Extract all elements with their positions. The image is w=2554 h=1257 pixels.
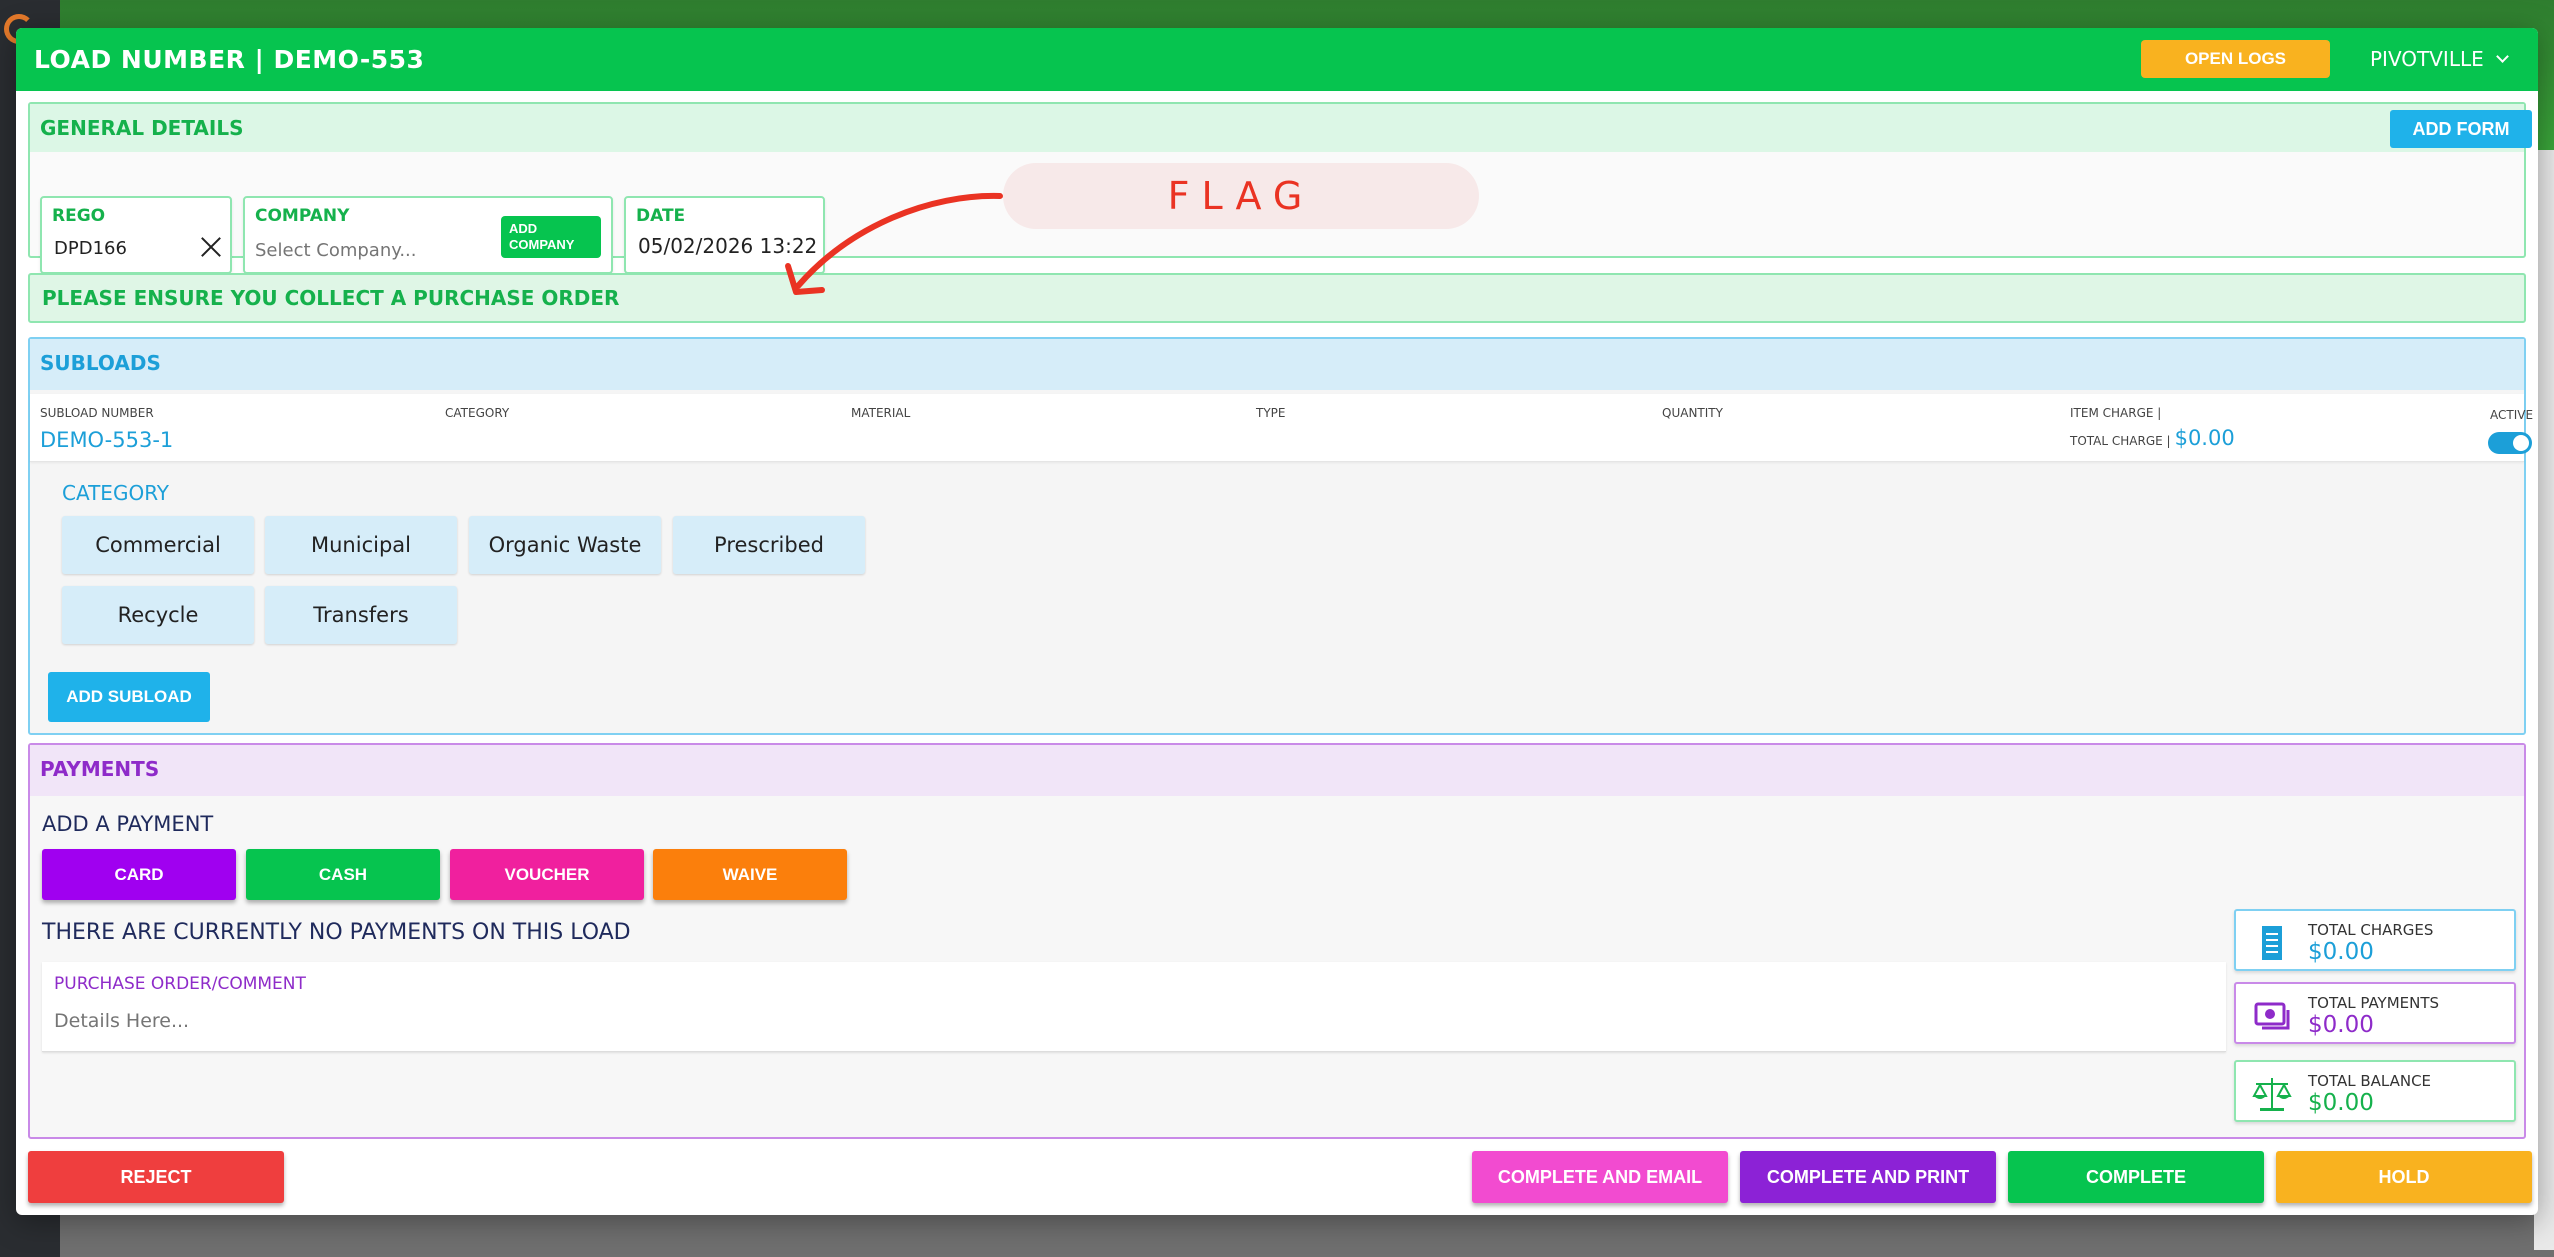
quantity-header: QUANTITY [1662,406,1723,420]
site-name: PIVOTVILLE [2370,47,2484,71]
total-payments-value: $0.00 [2308,1012,2374,1038]
money-icon [2254,1002,2290,1030]
flag-arrow-icon [785,192,1003,295]
category-recycle[interactable]: Recycle [62,586,254,644]
modal-header: LOAD NUMBER | DEMO-553 OPEN LOGS PIVOTVI… [16,28,2538,91]
rego-field: REGO DPD166 [40,196,232,274]
company-label: COMPANY [255,206,350,226]
total-charges-value: $0.00 [2308,939,2374,965]
category-title: CATEGORY [62,481,170,505]
category-organic-waste[interactable]: Organic Waste [469,516,661,574]
material-header: MATERIAL [851,406,911,420]
subload-number-header: SUBLOAD NUMBER [40,406,154,420]
subloads-heading: SUBLOADS [30,339,2524,390]
complete-and-email-button[interactable]: COMPLETE AND EMAIL [1472,1151,1728,1203]
total-balance-card: TOTAL BALANCE $0.00 [2234,1060,2516,1122]
voucher-payment-button[interactable]: VOUCHER [450,849,644,900]
total-payments-label: TOTAL PAYMENTS [2308,994,2440,1012]
open-logs-button[interactable]: OPEN LOGS [2141,40,2330,78]
total-payments-card: TOTAL PAYMENTS $0.00 [2234,982,2516,1044]
rego-label: REGO [52,206,106,226]
total-charges-label: TOTAL CHARGES [2308,921,2434,939]
payments-section: PAYMENTS ADD A PAYMENT CARD CASH VOUCHER… [28,743,2526,1139]
category-prescribed[interactable]: Prescribed [673,516,865,574]
balance-scale-icon [2252,1078,2292,1111]
subloads-section: SUBLOADS SUBLOAD NUMBER CATEGORY MATERIA… [28,337,2533,735]
site-selector[interactable]: PIVOTVILLE [2370,40,2520,78]
clear-icon[interactable] [200,236,222,258]
general-details-heading: GENERAL DETAILS [30,104,2524,152]
category-header: CATEGORY [445,406,510,420]
company-select[interactable] [255,236,485,264]
payments-heading: PAYMENTS [30,745,2524,796]
purchase-order-field: PURCHASE ORDER/COMMENT [42,962,2226,1052]
complete-button[interactable]: COMPLETE [2008,1151,2264,1203]
item-charge-label: ITEM CHARGE | [2070,406,2162,420]
category-commercial[interactable]: Commercial [62,516,254,574]
subload-number-link[interactable]: DEMO-553-1 [40,428,173,452]
total-charges-card: TOTAL CHARGES $0.00 [2234,909,2516,971]
active-toggle[interactable] [2488,432,2532,454]
rego-value[interactable]: DPD166 [54,238,127,259]
add-subload-button[interactable]: ADD SUBLOAD [48,672,210,722]
load-title: LOAD NUMBER | DEMO-553 [34,45,425,74]
flag-annotation: FLAG [1003,163,1479,229]
date-label: DATE [636,206,686,226]
add-payment-label: ADD A PAYMENT [42,812,214,836]
chevron-down-icon [2495,50,2509,63]
total-charge-value: $0.00 [2174,426,2235,450]
cash-payment-button[interactable]: CASH [246,849,440,900]
purchase-order-banner: PLEASE ENSURE YOU COLLECT A PURCHASE ORD… [28,273,2526,323]
add-company-button[interactable]: ADD COMPANY [501,216,601,258]
add-form-button[interactable]: ADD FORM [2390,110,2532,148]
receipt-icon [2262,926,2282,960]
reject-button[interactable]: REJECT [28,1151,284,1203]
card-payment-button[interactable]: CARD [42,849,236,900]
company-field: COMPANY ADD COMPANY [243,196,613,274]
purchase-order-label: PURCHASE ORDER/COMMENT [54,974,306,994]
total-charge-line: TOTAL CHARGE | $0.00 [2070,426,2235,450]
type-header: TYPE [1256,406,1286,420]
total-balance-value: $0.00 [2308,1090,2374,1116]
waive-payment-button[interactable]: WAIVE [653,849,847,900]
complete-and-print-button[interactable]: COMPLETE AND PRINT [1740,1151,1996,1203]
hold-button[interactable]: HOLD [2276,1151,2532,1203]
active-label: ACTIVE [2490,408,2534,422]
category-transfers[interactable]: Transfers [265,586,457,644]
purchase-order-input[interactable] [54,1006,1554,1036]
total-charge-label: TOTAL CHARGE | [2070,434,2171,448]
subload-row[interactable]: SUBLOAD NUMBER CATEGORY MATERIAL TYPE QU… [30,394,2533,462]
no-payments-message: THERE ARE CURRENTLY NO PAYMENTS ON THIS … [42,920,631,945]
category-municipal[interactable]: Municipal [265,516,457,574]
total-balance-label: TOTAL BALANCE [2308,1072,2432,1090]
